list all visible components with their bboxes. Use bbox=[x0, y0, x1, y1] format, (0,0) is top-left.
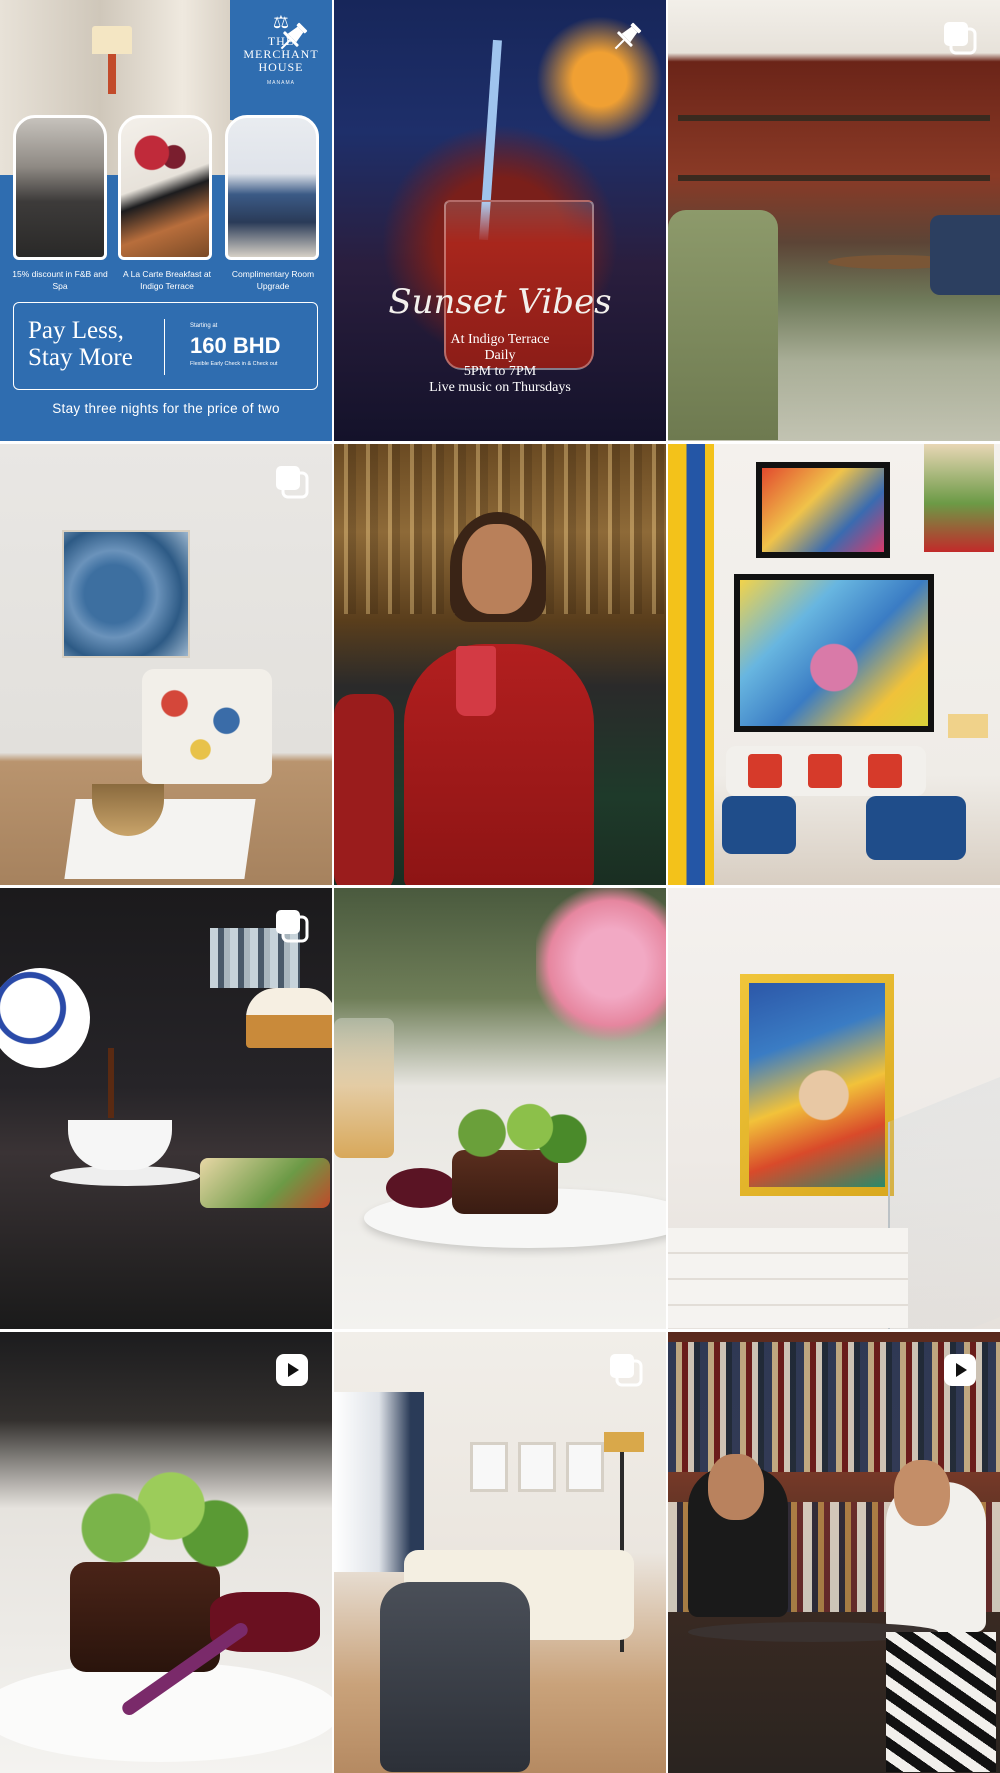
carousel-icon bbox=[606, 1350, 646, 1390]
lamp-shade bbox=[92, 26, 132, 54]
window-curtains bbox=[334, 1392, 424, 1572]
cake bbox=[246, 988, 332, 1048]
lamp-base bbox=[108, 54, 116, 94]
beetroot bbox=[386, 1168, 456, 1208]
offer-headline: Pay Less, Stay More bbox=[28, 317, 133, 371]
carousel-icon bbox=[272, 906, 312, 946]
offer-price: 160 BHD bbox=[190, 333, 281, 358]
red-cushion bbox=[808, 754, 842, 788]
artwork-canvas bbox=[749, 983, 885, 1187]
bookshelf bbox=[678, 175, 990, 181]
carousel-icon bbox=[940, 18, 980, 58]
red-drink bbox=[456, 646, 496, 716]
blue-velvet-chair bbox=[866, 796, 966, 860]
offer-box: Pay Less, Stay More Starting at 160 BHD … bbox=[13, 302, 318, 390]
event-line-frequency: Daily bbox=[484, 348, 516, 363]
price-note: Flexible Early Check in & Check out bbox=[190, 361, 278, 367]
microgreens bbox=[434, 1103, 594, 1163]
wall-painting bbox=[62, 530, 190, 658]
wine-glass bbox=[334, 1018, 394, 1158]
zebra-trousers bbox=[886, 1632, 996, 1772]
framed-artwork bbox=[740, 974, 894, 1196]
offer-tagline: Stay three nights for the price of two bbox=[52, 401, 280, 416]
microgreens bbox=[50, 1462, 270, 1572]
event-line-time: 5PM to 7PM bbox=[463, 364, 537, 379]
stairs bbox=[668, 1228, 908, 1328]
event-title: Sunset Vibes bbox=[388, 282, 612, 322]
post-tile-bar-guest[interactable] bbox=[334, 444, 666, 885]
floor-lamp bbox=[604, 1432, 644, 1452]
price-prefix: Starting at bbox=[190, 323, 218, 329]
wall-frame bbox=[566, 1442, 604, 1492]
post-tile-plated-dish[interactable] bbox=[334, 888, 666, 1329]
logo-city: MANAMA bbox=[267, 80, 295, 86]
artwork-car bbox=[734, 574, 934, 732]
offer-divider bbox=[164, 319, 165, 375]
post-tile-artwork-staircase[interactable] bbox=[668, 888, 1000, 1329]
red-cushion bbox=[868, 754, 902, 788]
post-tile-steak-closeup[interactable] bbox=[0, 1332, 332, 1773]
offer-photo-spa bbox=[13, 115, 107, 260]
red-dress bbox=[404, 644, 594, 885]
wall-frame bbox=[518, 1442, 556, 1492]
floral-armchair bbox=[142, 669, 272, 784]
blue-armchair bbox=[930, 215, 1000, 295]
offer-photo-breakfast bbox=[118, 115, 212, 260]
guest-face bbox=[708, 1454, 764, 1520]
offer-photo-room bbox=[225, 115, 319, 260]
event-line-music: Live music on Thursdays bbox=[429, 380, 571, 395]
pink-flower bbox=[536, 888, 666, 1048]
guest-face bbox=[462, 524, 532, 614]
wall-frame bbox=[470, 1442, 508, 1492]
post-tile-guest-room-chair[interactable] bbox=[0, 444, 332, 885]
event-line-venue: At Indigo Terrace bbox=[450, 332, 550, 347]
post-tile-sunset-vibes[interactable]: Sunset Vibes At Indigo Terrace Daily 5PM… bbox=[334, 0, 666, 441]
artwork-portrait bbox=[756, 462, 890, 558]
carousel-icon bbox=[272, 462, 312, 502]
pin-icon bbox=[606, 18, 646, 58]
artwork-figure bbox=[924, 444, 994, 552]
post-tile-library-lounge[interactable] bbox=[668, 0, 1000, 441]
bookshelf bbox=[678, 115, 990, 121]
reel-icon bbox=[272, 1350, 312, 1390]
reel-icon bbox=[940, 1350, 980, 1390]
sandwich bbox=[200, 1158, 330, 1208]
post-tile-living-room[interactable] bbox=[334, 1332, 666, 1773]
colorful-pillar bbox=[668, 444, 714, 885]
teapot bbox=[0, 968, 90, 1068]
post-tile-library-guests[interactable] bbox=[668, 1332, 1000, 1773]
post-tile-art-lobby[interactable] bbox=[668, 444, 1000, 885]
post-tile-pay-less-stay-more[interactable]: ⚖ THE MERCHANT HOUSE MANAMA 15% discount… bbox=[0, 0, 332, 441]
profile-post-grid: ⚖ THE MERCHANT HOUSE MANAMA 15% discount… bbox=[0, 0, 1000, 1773]
table-lamp bbox=[948, 714, 988, 738]
offer-caption-spa: 15% discount in F&B and Spa bbox=[12, 269, 108, 291]
offer-caption-breakfast: A La Carte Breakfast at Indigo Terrace bbox=[123, 269, 211, 291]
tea-pour bbox=[108, 1048, 114, 1118]
red-cushion bbox=[748, 754, 782, 788]
teacup bbox=[68, 1120, 172, 1170]
blue-velvet-chair bbox=[722, 796, 796, 854]
post-tile-afternoon-tea[interactable] bbox=[0, 888, 332, 1329]
grey-armchair bbox=[380, 1582, 530, 1772]
red-bar-seat bbox=[334, 694, 394, 885]
green-sofa bbox=[668, 210, 778, 440]
guest-face bbox=[894, 1460, 950, 1526]
pin-icon bbox=[272, 18, 312, 58]
offer-caption-upgrade: Complimentary Room Upgrade bbox=[231, 269, 315, 291]
